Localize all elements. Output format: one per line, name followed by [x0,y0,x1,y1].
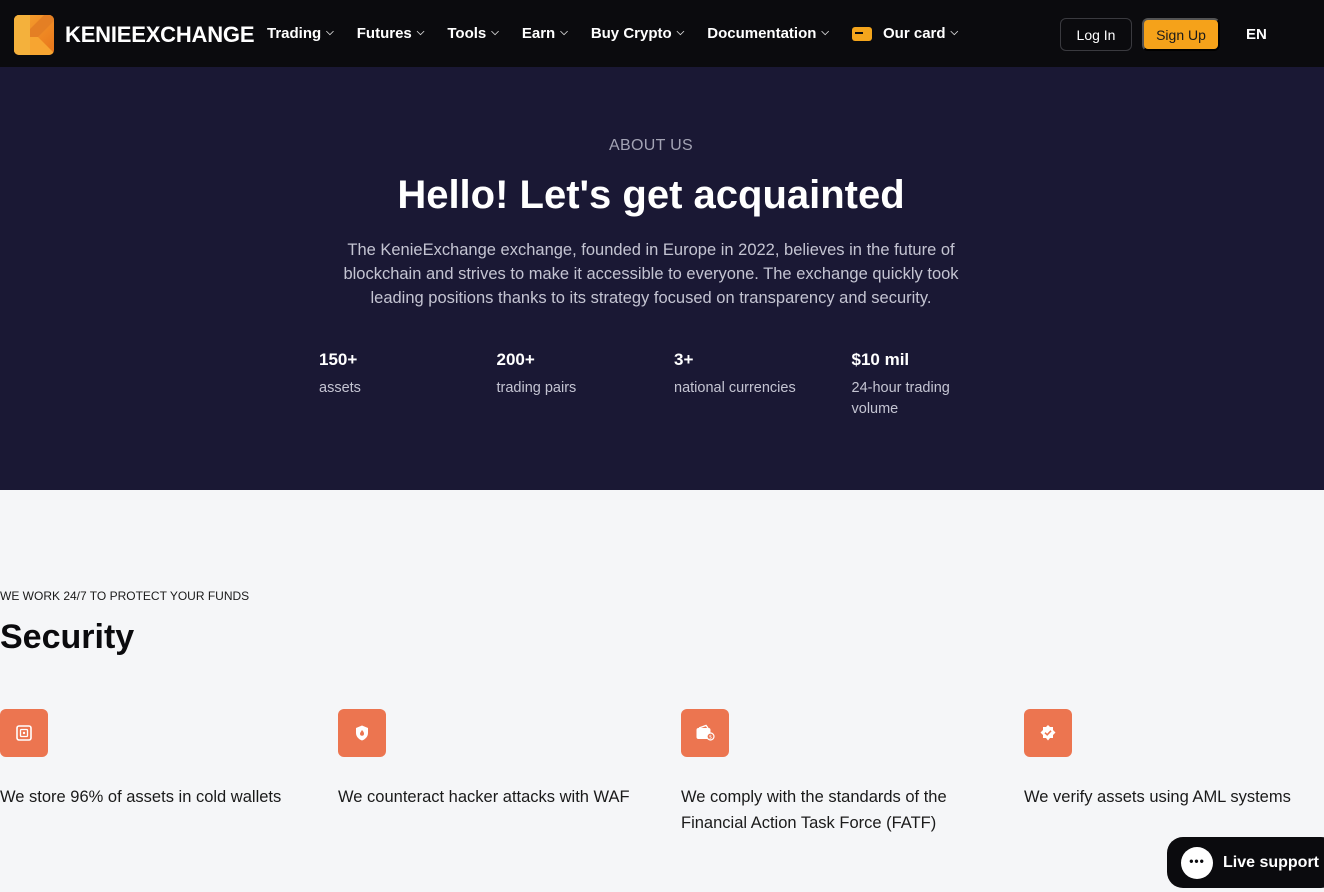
stat-value: $10 mil [851,350,910,369]
brand-name: KENIEEXCHANGE [65,22,255,47]
chevron-down-icon: ⌵ [821,27,830,38]
stat-value: 150+ [319,350,358,369]
credit-card-icon [852,26,873,41]
stat-item: $10 mil 24-hour trading volume [852,350,1030,420]
stat-label: trading pairs [496,380,577,396]
stat-item: 150+ assets [319,350,497,420]
security-title: Security [0,618,135,656]
live-support-label: Live support [1223,853,1320,871]
menu-item-our-card[interactable]: Our card ⌵ [852,25,958,42]
stat-value: 3+ [674,350,694,369]
security-eyebrow: WE WORK 24/7 TO PROTECT YOUR FUNDS [0,589,250,603]
feature-text: We comply with the standards of the Fina… [681,788,947,832]
menu-item-label: Futures [356,25,412,42]
stats-row: 150+ assets 200+ trading pairs 3+ nation… [319,350,1029,420]
section-eyebrow: ABOUT US [609,137,693,154]
menu-item-label: Earn [521,25,556,42]
menu-item-label: Our card [883,25,946,42]
stat-label: 24-hour trading volume [851,380,950,417]
feature-card: $ We comply with the standards of the Fi… [681,709,981,836]
chevron-down-icon: ⌵ [560,27,568,38]
signup-button[interactable]: Sign Up [1142,18,1220,51]
menu-item-label: Tools [447,25,487,42]
stat-value: 200+ [496,350,535,369]
chat-bubble-icon: ••• [1181,846,1213,879]
hero-title: Hello! Let's get acquainted [397,173,905,217]
feature-text: We counteract hacker attacks with WAF [338,788,630,806]
stat-item: 3+ national currencies [674,350,852,420]
chevron-down-icon: ⌵ [491,27,499,38]
chevron-down-icon: ⌵ [326,27,334,38]
main-menu: Trading ⌵ Futures ⌵ Tools ⌵ Earn ⌵ Buy C… [267,0,981,67]
hero-description: The KenieExchange exchange, founded in E… [343,241,959,307]
menu-item-trading[interactable]: Trading ⌵ [267,25,334,42]
about-hero-section: ABOUT US Hello! Let's get acquainted The… [0,67,1324,490]
feature-text: We store 96% of assets in cold wallets [0,788,282,806]
login-button[interactable]: Log In [1060,18,1132,51]
menu-item-documentation[interactable]: Documentation ⌵ [707,25,829,42]
stat-item: 200+ trading pairs [497,350,675,420]
feature-card: We counteract hacker attacks with WAF [338,709,638,810]
menu-item-label: Buy Crypto [590,25,672,42]
language-selector[interactable]: EN [1246,26,1267,43]
feature-text: We verify assets using AML systems [1024,788,1291,806]
safe-icon [0,709,48,757]
menu-item-earn[interactable]: Earn ⌵ [522,25,568,42]
shield-icon [338,709,386,757]
stat-label: national currencies [674,380,796,396]
wallet-icon: $ [681,709,729,757]
menu-item-tools[interactable]: Tools ⌵ [447,25,498,42]
logo-icon [14,15,54,55]
menu-item-label: Trading [267,25,322,42]
verified-badge-icon [1024,709,1072,757]
menu-item-buy-crypto[interactable]: Buy Crypto ⌵ [591,25,684,42]
brand-logo[interactable]: KENIEEXCHANGE [14,15,255,55]
top-navbar: KENIEEXCHANGE Trading ⌵ Futures ⌵ Tools … [0,0,1324,67]
feature-card: We verify assets using AML systems [1024,709,1324,810]
menu-item-futures[interactable]: Futures ⌵ [357,25,425,42]
chevron-down-icon: ⌵ [950,27,959,38]
menu-item-label: Documentation [707,25,817,42]
chevron-down-icon: ⌵ [676,27,685,38]
live-support-button[interactable]: ••• Live support [1167,837,1324,888]
stat-label: assets [319,380,361,396]
feature-card: We store 96% of assets in cold wallets [0,709,300,810]
svg-text:$: $ [709,735,712,741]
chevron-down-icon: ⌵ [416,27,425,38]
